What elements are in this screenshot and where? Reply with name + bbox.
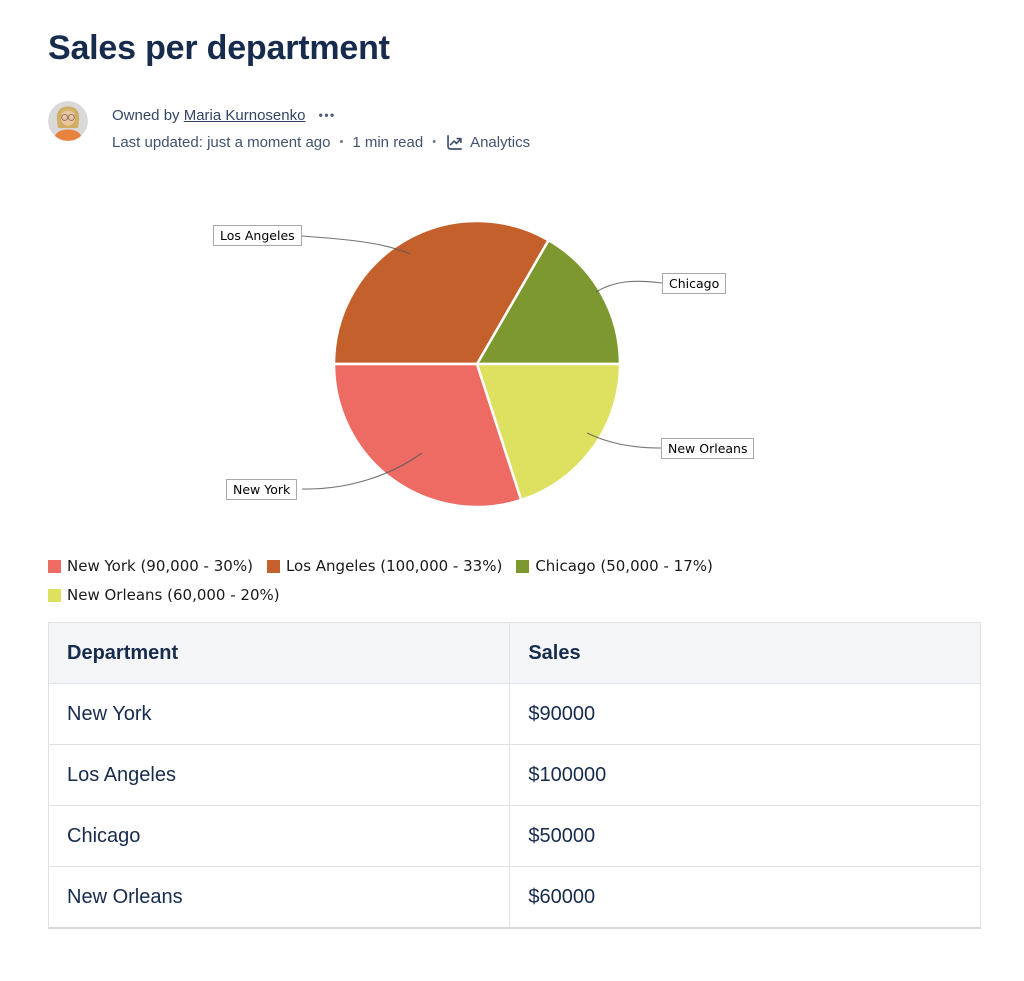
department-cell: New Orleans: [47, 866, 511, 929]
meta-line: Last updated: just a moment ago • 1 min …: [112, 129, 530, 156]
pie-label-los-angeles: Los Angeles: [213, 225, 302, 246]
owner-line: Owned by Maria Kurnosenko •••: [112, 102, 530, 129]
legend-swatch: [266, 559, 280, 573]
sales-cell: $50000: [509, 805, 981, 867]
pie-label-new-york: New York: [226, 479, 298, 500]
legend-item: New York (90,000 - 30%): [48, 555, 253, 577]
byline-text: Owned by Maria Kurnosenko ••• Last updat…: [112, 101, 530, 156]
pie-slices: [332, 219, 622, 509]
legend-swatch: [48, 588, 61, 602]
legend-label: Chicago (50,000 - 17%): [535, 557, 713, 575]
more-options-button[interactable]: •••: [319, 108, 336, 122]
callout-line: [595, 280, 663, 293]
separator-dot: •: [432, 136, 437, 148]
pie-chart: Los Angeles Chicago New Orleans New York: [48, 196, 981, 541]
department-cell: Los Angeles: [47, 744, 511, 806]
column-header-department: Department: [47, 622, 511, 684]
analytics-icon: [447, 134, 463, 150]
legend-label: Los Angeles (100,000 - 33%): [285, 557, 503, 575]
byline: Owned by Maria Kurnosenko ••• Last updat…: [48, 101, 981, 156]
legend-swatch: [48, 559, 61, 573]
legend-item: New Orleans (60,000 - 20%): [48, 584, 280, 606]
separator-dot: •: [339, 136, 344, 148]
sales-cell: $100000: [509, 744, 981, 806]
analytics-label: Analytics: [470, 134, 531, 151]
pie-chart-svg: [301, 219, 663, 509]
chart-legend: New York (90,000 - 30%) Los Angeles (100,…: [48, 555, 908, 606]
pie-label-new-orleans: New Orleans: [661, 438, 755, 459]
legend-item: Los Angeles (100,000 - 33%): [266, 555, 503, 577]
page-title: Sales per department: [48, 29, 390, 67]
legend-label: New York (90,000 - 30%): [67, 557, 253, 575]
table-row: Los Angeles $100000: [47, 744, 981, 806]
read-time-text: 1 min read: [352, 134, 424, 151]
table-header-row: Department Sales: [47, 622, 981, 684]
pie-label-chicago: Chicago: [662, 273, 727, 294]
column-header-sales: Sales: [509, 622, 981, 684]
table-row: Chicago $50000: [47, 805, 981, 867]
department-cell: Chicago: [47, 805, 511, 867]
sales-cell: $60000: [509, 866, 981, 929]
table-row: New York $90000: [47, 683, 981, 745]
legend-item: Chicago (50,000 - 17%): [516, 555, 713, 577]
analytics-link[interactable]: Analytics: [445, 129, 530, 156]
avatar[interactable]: [48, 101, 88, 141]
last-updated-text: Last updated: just a moment ago: [112, 134, 331, 151]
department-cell: New York: [47, 683, 511, 745]
owner-link[interactable]: Maria Kurnosenko: [184, 107, 306, 124]
legend-label: New Orleans (60,000 - 20%): [67, 586, 280, 604]
sales-table: Department Sales New York $90000 Los Ang…: [47, 622, 981, 929]
table-row: New Orleans $60000: [47, 866, 981, 929]
avatar-image: [48, 101, 88, 141]
legend-swatch: [516, 559, 530, 573]
sales-cell: $90000: [509, 683, 981, 745]
confluence-page-content: Sales per department Owned by Maria Kurn: [0, 0, 1024, 929]
owned-by-label: Owned by: [112, 107, 180, 124]
